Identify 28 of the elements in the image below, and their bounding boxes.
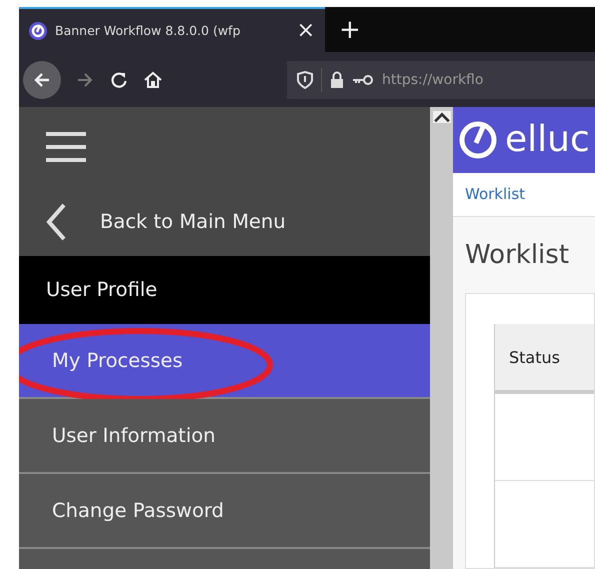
chevron-left-icon [46, 202, 66, 241]
scrollbar[interactable] [430, 107, 453, 569]
menu-item[interactable]: Change Password [19, 474, 430, 550]
lock-icon [330, 70, 344, 88]
new-tab-button[interactable]: + [339, 14, 361, 44]
reload-icon[interactable] [109, 70, 129, 90]
key-icon [352, 74, 374, 86]
logo-text: elluc [505, 119, 590, 160]
column-header: Status [495, 324, 594, 394]
back-label: Back to Main Menu [100, 210, 286, 234]
back-button[interactable] [23, 60, 61, 98]
page-title: Worklist [465, 240, 570, 270]
scroll-up-icon[interactable] [432, 111, 450, 123]
logo-icon [459, 120, 497, 159]
menu-icon[interactable] [46, 131, 86, 164]
menu-item[interactable]: My Processes [19, 324, 430, 399]
browser-tab[interactable]: Banner Workflow 8.8.0.0 (wfp × [19, 7, 325, 52]
section-header: User Profile [19, 256, 430, 324]
home-icon[interactable] [143, 70, 163, 90]
url-text: https://workflo [382, 72, 484, 88]
back-link[interactable]: Back to Main Menu [19, 187, 430, 256]
close-icon[interactable]: × [296, 18, 315, 43]
tab-title: Banner Workflow 8.8.0.0 (wfp [55, 23, 242, 38]
breadcrumb-link[interactable]: Worklist [465, 185, 526, 204]
logo-icon [29, 22, 47, 40]
menu-item[interactable]: User Information [19, 398, 430, 474]
shield-icon [297, 70, 313, 88]
address-bar[interactable]: https://workflo [287, 60, 595, 98]
